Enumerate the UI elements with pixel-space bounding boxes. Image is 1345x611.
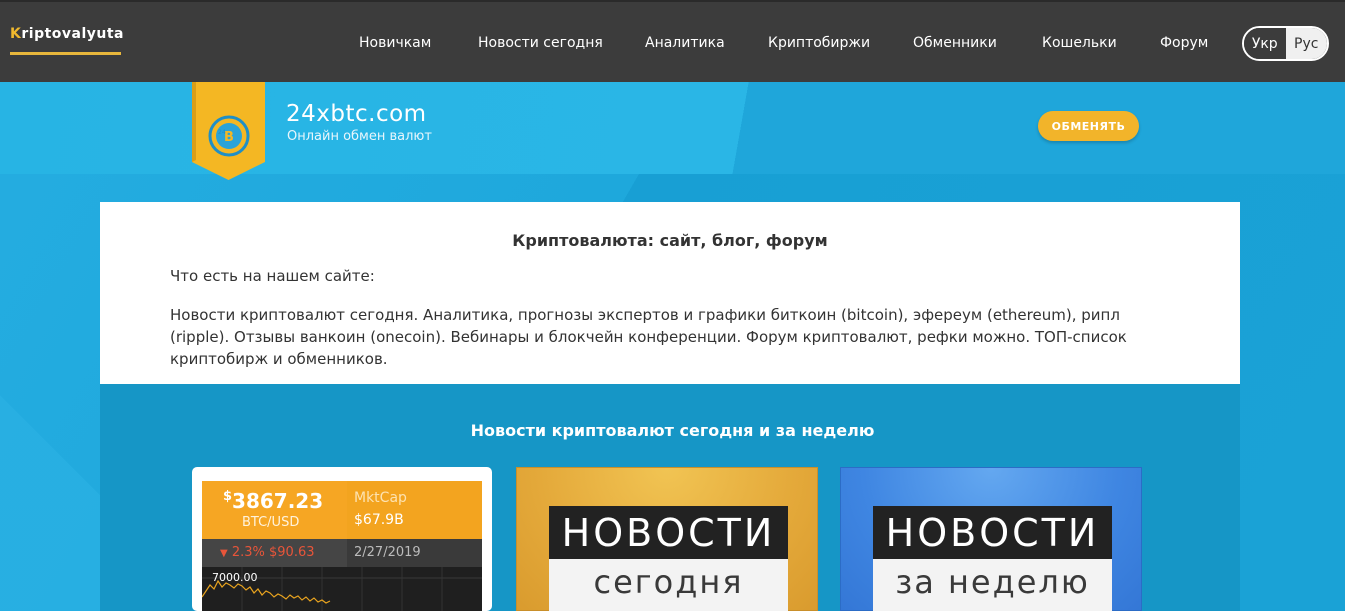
ticker-mini-chart: 7000.00 xyxy=(201,567,482,611)
ticker-price: $3867.23 xyxy=(223,489,324,513)
btc-ticker-widget[interactable]: $3867.23 BTC/USD MktCap $67.9B ▼ 2.3% $9… xyxy=(192,467,492,611)
intro-title: Криптовалюта: сайт, блог, форум xyxy=(512,231,828,250)
badge-label: 24 xyxy=(218,129,226,136)
exchanger-subtitle: Онлайн обмен валют xyxy=(287,129,432,144)
language-switcher: Укр Рус xyxy=(1242,26,1329,61)
nav-forum[interactable]: Форум xyxy=(1160,35,1208,51)
ticker-mktcap-value: $67.9B xyxy=(354,512,404,528)
nav-newbies[interactable]: Новичкам xyxy=(359,35,431,51)
nav-exchangers[interactable]: Обменники xyxy=(913,35,997,51)
news-today-heading: НОВОСТИ xyxy=(549,506,788,559)
site-logo[interactable]: Kriptovalyuta xyxy=(10,26,124,42)
lang-ukr-button[interactable]: Укр xyxy=(1244,28,1286,59)
ticker-chart-label: 7000.00 xyxy=(212,571,258,584)
news-section-title: Новости криптовалют сегодня и за неделю xyxy=(470,421,875,440)
exchanger-badge-icon: B 24 xyxy=(192,82,265,180)
ticker-pair: BTC/USD xyxy=(242,515,300,530)
logo-text: riptovalyuta xyxy=(21,26,124,42)
ticker-price-box: $3867.23 BTC/USD xyxy=(202,481,347,539)
nav-exchanges[interactable]: Криптобиржи xyxy=(768,35,870,51)
nav-wallets[interactable]: Кошельки xyxy=(1042,35,1117,51)
news-week-tile[interactable]: НОВОСТИ за неделю xyxy=(840,467,1142,611)
exchange-button[interactable]: ОБМЕНЯТЬ xyxy=(1038,111,1139,141)
news-today-subheading: сегодня xyxy=(549,559,788,611)
news-today-tile[interactable]: НОВОСТИ сегодня xyxy=(516,467,818,611)
news-week-subheading: за неделю xyxy=(873,559,1112,611)
top-navigation-bar: Kriptovalyuta Новичкам Новости сегодня А… xyxy=(0,0,1345,82)
lang-rus-button[interactable]: Рус xyxy=(1285,28,1327,59)
ticker-change-row: ▼ 2.3% $90.63 2/27/2019 xyxy=(202,539,482,567)
news-week-heading: НОВОСТИ xyxy=(873,506,1112,559)
ticker-mktcap-box: MktCap $67.9B xyxy=(347,481,482,539)
intro-body: Новости криптовалют сегодня. Аналитика, … xyxy=(170,306,1127,368)
exchanger-name[interactable]: 24xbtc.com xyxy=(286,101,427,127)
intro-card: Криптовалюта: сайт, блог, форум Что есть… xyxy=(100,202,1240,384)
nav-news-today[interactable]: Новости сегодня xyxy=(478,35,603,51)
down-arrow-icon: ▼ xyxy=(220,548,228,559)
intro-lead: Что есть на нашем сайте: xyxy=(170,267,375,285)
nav-analytics[interactable]: Аналитика xyxy=(645,35,725,51)
logo-initial: K xyxy=(10,26,22,42)
ticker-change: ▼ 2.3% $90.63 xyxy=(220,545,315,560)
ticker-mktcap-label: MktCap xyxy=(354,490,407,506)
ticker-date: 2/27/2019 xyxy=(354,545,421,560)
logo-underline xyxy=(10,52,121,55)
